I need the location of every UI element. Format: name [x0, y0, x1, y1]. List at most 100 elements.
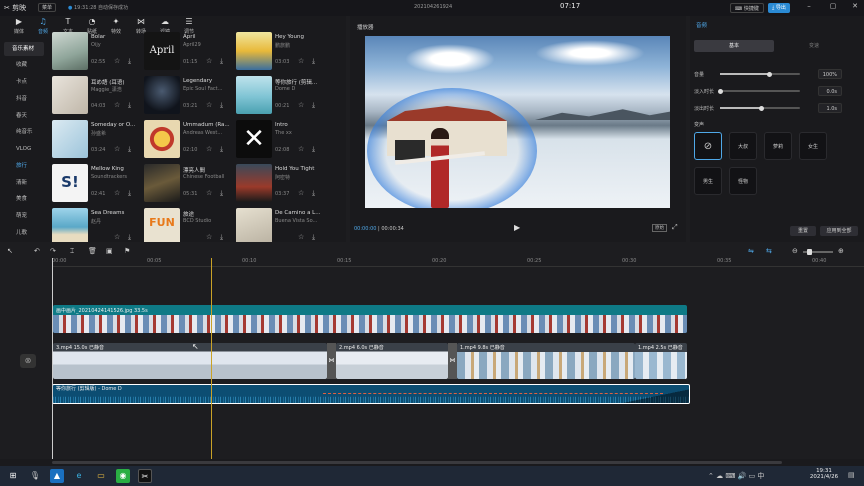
- star-icon[interactable]: ☆: [206, 145, 212, 153]
- download-icon[interactable]: ⤓: [220, 145, 223, 154]
- download-icon[interactable]: ⤓: [128, 145, 131, 154]
- voice-option-loli[interactable]: 萝莉: [764, 132, 792, 160]
- aspect-ratio-button[interactable]: 原始: [652, 224, 667, 232]
- track-card[interactable]: Ummadum (Ra... Andreas West... 02:10 ☆ ⤓: [144, 120, 232, 160]
- slider-knob[interactable]: [767, 71, 773, 77]
- download-icon[interactable]: ⤓: [312, 57, 315, 66]
- system-clock[interactable]: 19:31 2021/4/26: [808, 468, 840, 480]
- select-cursor-icon[interactable]: ↖: [7, 247, 13, 255]
- tab-speed[interactable]: 变速: [774, 40, 854, 52]
- wechat-icon[interactable]: ◉: [116, 469, 130, 483]
- voice-option-female[interactable]: 女生: [799, 132, 827, 160]
- voice-option-monster[interactable]: 怪物: [729, 167, 757, 195]
- download-icon[interactable]: ⤓: [220, 189, 223, 198]
- category-music-library[interactable]: 音乐素材: [4, 42, 44, 56]
- freeze-icon[interactable]: ▣: [106, 247, 113, 255]
- video-clip[interactable]: 3.mp4 15.0s 已静音: [53, 343, 327, 379]
- overlay-image-clip[interactable]: 画中画片_20210424141526.jpg 33.5s: [53, 305, 687, 333]
- star-icon[interactable]: ☆: [206, 101, 212, 109]
- category-beat[interactable]: 卡点: [4, 75, 44, 89]
- notification-icon[interactable]: ▤: [848, 471, 855, 479]
- close-icon[interactable]: ✕: [848, 2, 862, 14]
- star-icon[interactable]: ☆: [114, 57, 120, 65]
- download-icon[interactable]: ⤓: [220, 57, 223, 66]
- volume-slider[interactable]: [720, 71, 800, 77]
- video-clip[interactable]: 2.mp4 6.0s 已静音: [336, 343, 448, 379]
- star-icon[interactable]: ☆: [114, 233, 120, 241]
- star-icon[interactable]: ☆: [298, 57, 304, 65]
- menu-button[interactable]: 菜单: [38, 3, 57, 12]
- transition-icon[interactable]: ⋈: [448, 343, 457, 379]
- video-preview[interactable]: [365, 36, 670, 208]
- redo-icon[interactable]: ↷: [50, 247, 56, 255]
- system-tray-icons[interactable]: ⌃ ☁ ⌨ 🔊 ▭ 中: [708, 471, 764, 481]
- download-icon[interactable]: ⤓: [312, 145, 315, 154]
- fade-in-value[interactable]: 0.0s: [818, 86, 842, 96]
- split-icon[interactable]: ⌶: [70, 247, 74, 256]
- maximize-icon[interactable]: ▢: [826, 2, 840, 14]
- track-card[interactable]: S! Mellow King Soundtrackers 02:41 ☆ ⤓: [52, 164, 140, 204]
- slider-knob[interactable]: [717, 88, 723, 94]
- download-icon[interactable]: ⤓: [220, 233, 223, 242]
- category-food[interactable]: 美食: [4, 192, 44, 206]
- track-card[interactable]: Someday or O... 孙盛希 03:24 ☆ ⤓: [52, 120, 140, 160]
- star-icon[interactable]: ☆: [298, 189, 304, 197]
- marker-icon[interactable]: ⚑: [124, 247, 130, 255]
- track-card[interactable]: Sea Dreams 赵丹 ☆ ⤓: [52, 208, 140, 242]
- track-card[interactable]: De Camino a L... Buena Vista So... ☆ ⤓: [236, 208, 324, 242]
- zoom-out-icon[interactable]: ⊖: [792, 247, 798, 255]
- download-icon[interactable]: ⤓: [128, 101, 131, 110]
- link-icon[interactable]: ⇋: [748, 247, 754, 255]
- voice-option-uncle[interactable]: 大叔: [729, 132, 757, 160]
- track-card[interactable]: ✕ Intro The xx 02:08 ☆ ⤓: [236, 120, 324, 160]
- export-button[interactable]: ⤓ 导出: [768, 3, 790, 13]
- mute-track-icon[interactable]: ⊗: [20, 354, 36, 368]
- star-icon[interactable]: ☆: [114, 145, 120, 153]
- playhead[interactable]: [211, 258, 212, 460]
- windows-start-icon[interactable]: ⊞: [6, 469, 20, 483]
- star-icon[interactable]: ☆: [114, 101, 120, 109]
- track-card[interactable]: Bolar Oijy 02:55 ☆ ⤓: [52, 32, 140, 72]
- reset-button[interactable]: 重置: [790, 226, 816, 236]
- download-icon[interactable]: ⤓: [128, 233, 131, 242]
- category-vlog[interactable]: VLOG: [4, 142, 44, 156]
- download-icon[interactable]: ⤓: [220, 101, 223, 110]
- capcut-taskbar-icon[interactable]: ✂: [138, 469, 152, 483]
- voice-option-none[interactable]: ⊘: [694, 132, 722, 160]
- video-clip[interactable]: 1.mp4 9.8s 已静音: [457, 343, 635, 379]
- scrollbar-thumb[interactable]: [52, 461, 782, 464]
- zoom-slider[interactable]: [803, 249, 833, 255]
- fullscreen-icon[interactable]: ⤢: [672, 223, 678, 232]
- category-douyin[interactable]: 抖音: [4, 92, 44, 106]
- category-favorites[interactable]: 收藏: [4, 58, 44, 72]
- minimize-icon[interactable]: –: [802, 2, 816, 14]
- track-card[interactable]: 耳め語 (耳语) Maggie_潇浩 04:03 ☆ ⤓: [52, 76, 140, 116]
- audio-clip[interactable]: 等你旅行 (剪辑版) - Dome D: [52, 384, 690, 404]
- download-icon[interactable]: ⤓: [128, 189, 131, 198]
- category-kids[interactable]: 儿歌: [4, 226, 44, 240]
- file-explorer-icon[interactable]: ▭: [94, 469, 108, 483]
- volume-value[interactable]: 100%: [818, 69, 842, 79]
- snap-icon[interactable]: ⇆: [766, 247, 772, 255]
- photos-icon[interactable]: ▲: [50, 469, 64, 483]
- download-icon[interactable]: ⤓: [312, 101, 315, 110]
- star-icon[interactable]: ☆: [298, 101, 304, 109]
- apply-all-button[interactable]: 应用到全部: [820, 226, 858, 236]
- category-fresh[interactable]: 清新: [4, 176, 44, 190]
- timeline-scrollbar[interactable]: [0, 459, 864, 466]
- track-card[interactable]: 漂亮人間 Chinese Football 05:31 ☆ ⤓: [144, 164, 232, 204]
- track-card[interactable]: April April April29 01:15 ☆ ⤓: [144, 32, 232, 72]
- shortcuts-button[interactable]: ⌨ 快捷键: [730, 3, 764, 13]
- zoom-in-icon[interactable]: ⊕: [838, 247, 844, 255]
- voice-option-male[interactable]: 男生: [694, 167, 722, 195]
- edge-browser-icon[interactable]: e: [72, 469, 86, 483]
- mic-icon[interactable]: 🎙: [28, 469, 42, 483]
- star-icon[interactable]: ☆: [298, 233, 304, 241]
- star-icon[interactable]: ☆: [206, 57, 212, 65]
- slider-knob[interactable]: [759, 105, 765, 111]
- track-card[interactable]: Legendary Epic Soul Fact... 03:21 ☆ ⤓: [144, 76, 232, 116]
- track-card[interactable]: FUN 旅途 BCD Studio ☆ ⤓: [144, 208, 232, 242]
- track-card[interactable]: Hold You Tight 阿密特 03:37 ☆ ⤓: [236, 164, 324, 204]
- delete-icon[interactable]: 🗑: [88, 247, 97, 255]
- transition-icon[interactable]: ⋈: [327, 343, 336, 379]
